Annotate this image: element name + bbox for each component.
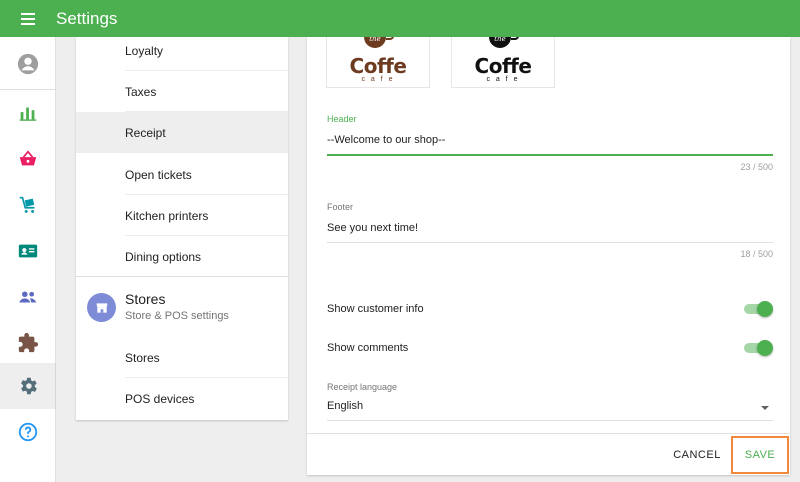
actions-divider [307,433,790,434]
settings-gear-icon[interactable] [0,363,56,409]
coffee-cup-icon: the [489,37,519,48]
logo-wordmark: Coffe [474,54,532,78]
receipt-language-select[interactable]: English [327,400,773,416]
show-customer-info-row: Show customer info [327,294,773,324]
reports-icon[interactable] [0,90,56,136]
receipt-settings-card: the Coffe c a f e the Coffe c a f e Head… [307,37,790,475]
basket-icon[interactable] [0,136,56,182]
section-subtitle: Store & POS settings [125,310,229,322]
footer-field: Footer See you next time! 18 / 500 [327,202,773,259]
employees-icon[interactable] [0,274,56,320]
logo-badge: the [494,37,505,43]
receipt-language-field: Receipt language English [327,382,773,421]
show-customer-info-label: Show customer info [327,303,424,315]
section-title: Stores [125,291,166,307]
footer-label: Footer [327,202,354,212]
footer-char-counter: 18 / 500 [740,249,773,259]
dropdown-arrow-icon [761,406,769,410]
logo-wordmark: Coffe [349,54,407,78]
menu-item-pos-devices[interactable]: POS devices [76,378,288,419]
menu-item-receipt[interactable]: Receipt [76,112,288,153]
help-icon[interactable] [0,409,56,455]
menu-item-dining-options[interactable]: Dining options [76,236,288,277]
menu-item-taxes[interactable]: Taxes [76,71,288,112]
show-comments-label: Show comments [327,342,409,354]
receipt-language-value: English [327,400,364,412]
settings-menu: Loyalty Taxes Receipt Open tickets Kitch… [76,37,288,420]
logo-tagline: c a f e [361,76,395,83]
header-label: Header [327,114,357,124]
header-field: Header --Welcome to our shop-- 23 / 500 [327,114,773,172]
show-comments-row: Show comments [327,333,773,363]
menu-item-stores[interactable]: Stores [76,337,288,378]
stores-section-header: Stores Store & POS settings [76,277,288,337]
customer-card-icon[interactable] [0,228,56,274]
footer-underline [327,242,773,243]
logo-badge: the [369,37,380,43]
header-char-counter: 23 / 500 [740,162,773,172]
header-underline [327,154,773,156]
menu-item-open-tickets[interactable]: Open tickets [76,154,288,195]
header-input[interactable]: --Welcome to our shop-- [327,134,773,150]
account-icon[interactable] [0,41,56,87]
receipt-language-underline [327,420,773,421]
items-cart-icon[interactable] [0,182,56,228]
show-comments-toggle[interactable] [743,340,773,356]
store-icon [87,293,116,322]
coffee-cup-icon: the [364,37,394,48]
cancel-button[interactable]: CANCEL [667,442,727,468]
menu-item-kitchen-printers[interactable]: Kitchen printers [76,195,288,236]
emailed-receipt-logo[interactable]: the Coffe c a f e [451,37,555,88]
integrations-puzzle-icon[interactable] [0,320,56,366]
nav-rail [0,37,56,482]
page-title: Settings [56,8,118,28]
menu-item-loyalty[interactable]: Loyalty [76,30,288,71]
save-button[interactable]: SAVE [731,436,789,474]
hamburger-menu-icon[interactable] [0,0,56,37]
logo-tagline: c a f e [486,76,520,83]
footer-input[interactable]: See you next time! [327,222,773,238]
printed-receipt-logo[interactable]: the Coffe c a f e [326,37,430,88]
receipt-language-label: Receipt language [327,382,398,392]
show-customer-info-toggle[interactable] [743,301,773,317]
